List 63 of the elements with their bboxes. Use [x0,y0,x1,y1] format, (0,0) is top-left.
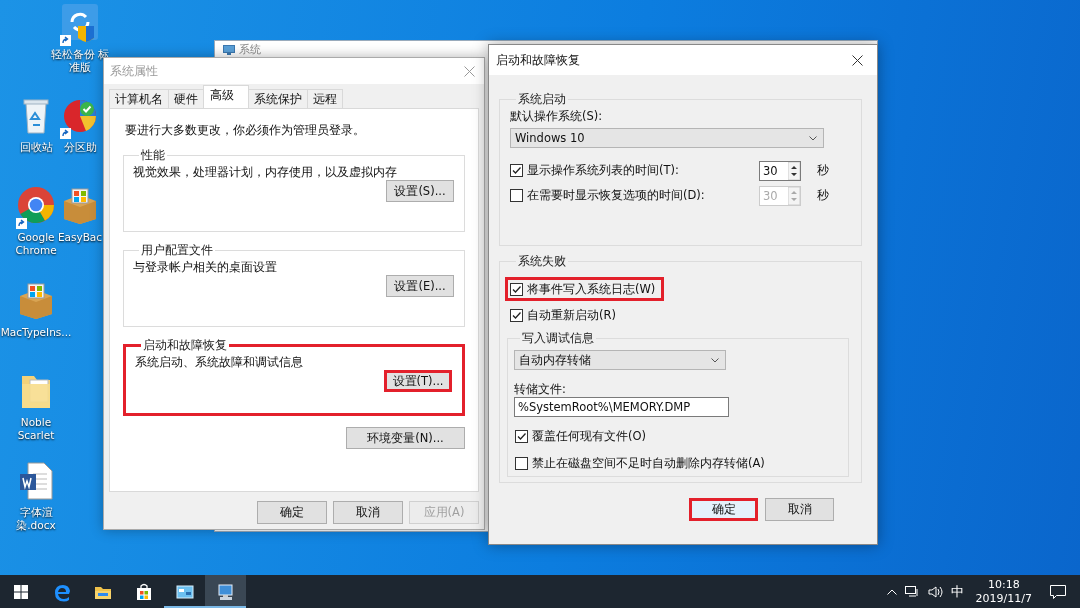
group-description: 视觉效果，处理器计划，内存使用，以及虚拟内存 [133,165,398,180]
network-icon[interactable] [904,585,920,598]
window-title: 系统 [239,42,261,57]
chevron-up-icon[interactable] [886,588,897,595]
notification-icon[interactable] [1050,584,1066,599]
number-spinner[interactable]: 30 [759,160,801,181]
checkbox-label: 显示操作系统列表的时间(T): [527,163,680,178]
group-title: 系统失败 [517,254,567,269]
caret-icon [711,357,719,363]
spinner-arrows-icon [788,186,800,205]
caret-icon [809,135,817,141]
checkbox-label: 在需要时显示恢复选项的时间(D): [527,188,706,203]
taskbar-button[interactable] [205,575,246,608]
checkbox[interactable] [515,456,528,470]
window-title: 启动和故障恢复 [496,52,580,68]
field-label: 转储文件: [514,382,567,397]
dump-type-dropdown[interactable]: 自动内存转储 [514,350,726,370]
clock-date: 2019/11/7 [975,591,1032,606]
settings-button[interactable]: 设置(T)... [384,370,452,392]
checkbox[interactable] [510,164,523,177]
dump-file-field[interactable]: %SystemRoot%\MEMORY.DMP [514,397,729,417]
checkbox[interactable] [515,429,528,443]
computer-icon [215,581,236,602]
group-title: 性能 [140,148,166,163]
tab[interactable]: 远程 [307,89,343,108]
clock-time: 10:18 [987,577,1020,592]
group-title: 启动和故障恢复 [142,338,228,353]
checkbox-label: 禁止在磁盘空间不足时自动删除内存转储(A) [532,455,765,471]
checkbox-label: 自动重新启动(R) [527,307,616,323]
dialog-button[interactable]: 取消 [765,498,834,521]
tab[interactable]: 计算机名 [109,89,169,108]
tab[interactable]: 硬件 [168,89,204,108]
monitor-icon [223,44,235,55]
dialog-button[interactable]: 确定 [257,501,327,524]
sync-shield-icon[interactable] [60,2,100,42]
group-title: 用户配置文件 [140,243,214,258]
tab[interactable]: 系统保护 [248,89,308,108]
checkbox[interactable] [510,282,523,296]
group-description: 系统启动、系统故障和调试信息 [135,355,304,370]
checkbox[interactable] [510,308,523,322]
group-description: 与登录帐户相关的桌面设置 [133,260,278,275]
dialog-button[interactable]: 确定 [689,498,758,521]
notice-text: 要进行大多数更改，你必须作为管理员登录。 [125,123,366,138]
unit-label: 秒 [817,188,829,203]
environment-variables-button[interactable]: 环境变量(N)... [346,427,465,449]
chrome-icon[interactable] [16,185,56,225]
os-dropdown[interactable]: Windows 10 [510,128,824,148]
settings-button[interactable]: 设置(S)... [386,180,454,202]
close-icon[interactable] [852,54,863,66]
spinner-arrows-icon [788,161,800,180]
group-title: 写入调试信息 [521,331,595,346]
field-label: 默认操作系统(S): [510,109,604,124]
dialog-button[interactable]: 取消 [333,501,403,524]
input-method-indicator[interactable]: 中 [950,582,964,601]
checkbox-label: 覆盖任何现有文件(O) [532,428,647,444]
window-title: 系统属性 [110,62,158,80]
tab[interactable]: 高级 [203,85,249,108]
volume-icon[interactable] [927,585,943,598]
group-title: 系统启动 [517,92,567,107]
settings-button[interactable]: 设置(E)... [386,275,454,297]
unit-label: 秒 [817,163,829,178]
clock[interactable]: 10:18 2019/11/7 [975,577,1032,606]
checkbox-label: 将事件写入系统日志(W) [527,281,656,297]
